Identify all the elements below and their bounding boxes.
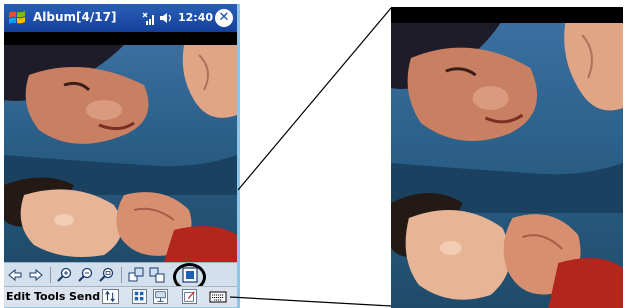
speaker-icon[interactable] [159,11,175,25]
album-photo[interactable] [4,45,237,262]
device-screen: Album[4/17] 12:40 ✕ Edit Tools Send [4,4,240,308]
zoom-in-icon[interactable] [57,267,73,283]
zoomed-photo-callout [391,7,623,308]
window-title: Album[4/17] [33,10,117,24]
windows-flag-icon[interactable] [8,9,26,27]
keyboard-icon[interactable] [209,289,227,304]
menu-edit[interactable]: Edit [6,290,30,303]
rotate-left-icon[interactable] [128,267,144,283]
toolbar-separator [121,267,122,283]
rotate-right-icon[interactable] [149,267,165,283]
menu-send[interactable]: Send [69,290,100,303]
next-arrow-icon[interactable] [28,267,44,283]
thumbnail-view-icon[interactable] [132,289,147,304]
clock[interactable]: 12:40 [178,11,213,24]
antenna-icon[interactable] [141,11,155,25]
edit-picture-icon[interactable] [182,289,197,304]
zoomed-photo [391,23,623,308]
photo-letterbox [4,32,237,45]
menu-tools[interactable]: Tools [34,290,65,303]
toolbar-separator [50,267,51,283]
photo-toolbar [4,262,237,291]
close-icon[interactable]: ✕ [215,9,233,27]
menu-bar: Edit Tools Send [4,286,237,307]
zoom-fit-icon[interactable] [99,267,115,283]
full-screen-icon[interactable] [182,267,198,283]
zoom-out-icon[interactable] [78,267,94,283]
title-bar: Album[4/17] 12:40 ✕ [4,4,237,32]
sort-icon[interactable] [102,289,119,304]
slideshow-icon[interactable] [153,289,168,304]
previous-arrow-icon[interactable] [7,267,23,283]
